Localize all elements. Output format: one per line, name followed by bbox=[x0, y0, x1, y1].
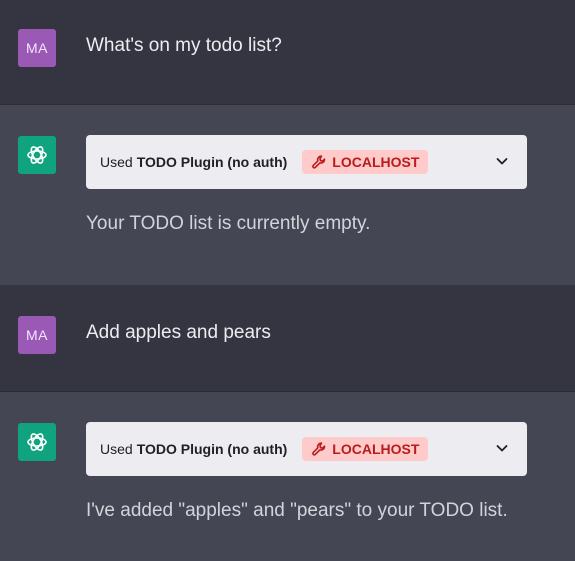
chevron-down-icon[interactable] bbox=[495, 441, 509, 455]
user-avatar: MA bbox=[18, 29, 56, 67]
chevron-down-icon[interactable] bbox=[495, 154, 509, 168]
openai-logo-icon bbox=[18, 136, 56, 174]
user-message-1: MA What's on my todo list? bbox=[0, 0, 575, 105]
badge-label: LOCALHOST bbox=[332, 154, 420, 170]
plugin-name: TODO Plugin (no auth) bbox=[136, 441, 288, 457]
plugin-usage-panel[interactable]: Used TODO Plugin (no auth) LOCALHOST bbox=[86, 422, 527, 476]
plugin-used-label: Used bbox=[100, 441, 133, 457]
user-avatar-initials: MA bbox=[26, 327, 48, 343]
localhost-badge: LOCALHOST bbox=[302, 150, 429, 174]
localhost-badge: LOCALHOST bbox=[302, 437, 429, 461]
wrench-icon bbox=[312, 155, 326, 169]
user-avatar-initials: MA bbox=[26, 40, 48, 56]
assistant-message-text: I've added "apples" and "pears" to your … bbox=[86, 500, 508, 521]
badge-label: LOCALHOST bbox=[332, 441, 420, 457]
user-message-2: MA Add apples and pears bbox=[0, 285, 575, 392]
plugin-used-label: Used bbox=[100, 154, 133, 170]
assistant-message-2: Used TODO Plugin (no auth) LOCALHOST I'v… bbox=[0, 392, 575, 561]
user-avatar: MA bbox=[18, 316, 56, 354]
plugin-usage-panel[interactable]: Used TODO Plugin (no auth) LOCALHOST bbox=[86, 135, 527, 189]
user-message-text: What's on my todo list? bbox=[86, 35, 282, 56]
openai-logo-icon bbox=[18, 423, 56, 461]
assistant-message-1: Used TODO Plugin (no auth) LOCALHOST You… bbox=[0, 105, 575, 285]
user-message-text: Add apples and pears bbox=[86, 322, 271, 343]
plugin-name: TODO Plugin (no auth) bbox=[136, 154, 288, 170]
wrench-icon bbox=[312, 442, 326, 456]
assistant-message-text: Your TODO list is currently empty. bbox=[86, 213, 371, 234]
